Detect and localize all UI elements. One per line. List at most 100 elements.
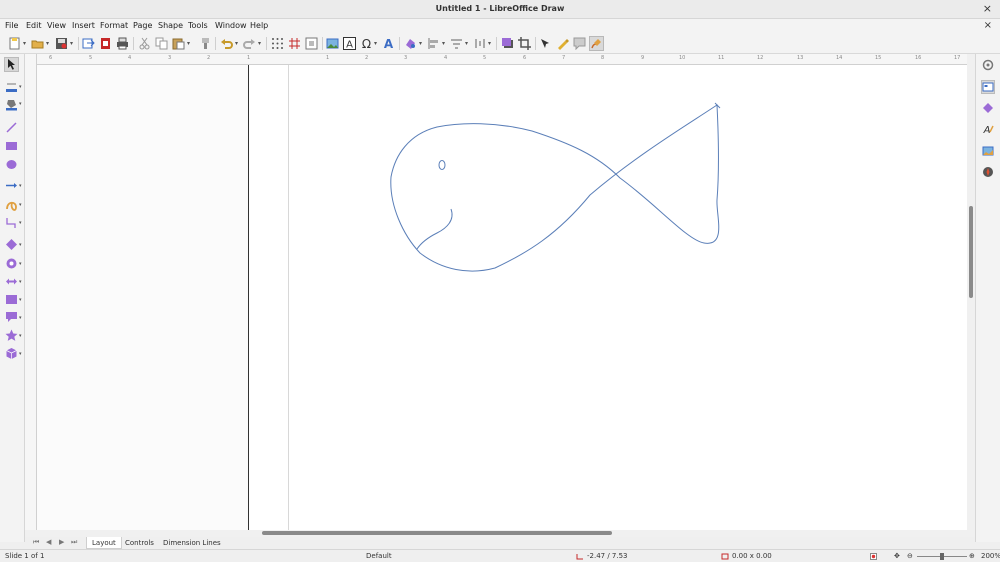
basic-shapes-dropdown-icon[interactable]: ▾ xyxy=(19,242,22,248)
comment-icon[interactable] xyxy=(573,37,586,50)
special-character-icon[interactable]: Ω xyxy=(360,37,373,50)
next-page-icon[interactable]: ▶ xyxy=(59,538,64,546)
select-arrow-icon[interactable] xyxy=(4,57,19,72)
3d-objects-dropdown-icon[interactable]: ▾ xyxy=(19,351,22,357)
lines-arrows-icon[interactable] xyxy=(5,179,18,192)
flowchart-icon[interactable] xyxy=(5,293,18,306)
copy-icon[interactable] xyxy=(155,37,168,50)
document-close-icon[interactable]: × xyxy=(984,20,992,31)
shadow-icon[interactable] xyxy=(501,37,514,50)
stars-dropdown-icon[interactable]: ▾ xyxy=(19,333,22,339)
save-dropdown-icon[interactable]: ▾ xyxy=(70,40,73,47)
crop-icon[interactable] xyxy=(518,37,531,50)
tab-dimension-lines[interactable]: Dimension Lines xyxy=(158,537,226,549)
styles-icon[interactable]: A xyxy=(982,123,994,135)
vertical-scrollbar[interactable] xyxy=(967,54,975,530)
fit-slide-icon[interactable]: ✥ xyxy=(894,552,900,560)
callout-shapes-icon[interactable] xyxy=(5,311,18,324)
block-arrows-dropdown-icon[interactable]: ▾ xyxy=(19,279,22,285)
last-page-icon[interactable]: ⏭ xyxy=(71,538,77,547)
horizontal-scroll-thumb[interactable] xyxy=(262,531,612,535)
callout-dropdown-icon[interactable]: ▾ xyxy=(19,315,22,321)
menu-window[interactable]: Window xyxy=(215,21,247,30)
new-dropdown-icon[interactable]: ▾ xyxy=(23,40,26,47)
flowchart-dropdown-icon[interactable]: ▾ xyxy=(19,297,22,303)
glue-points-icon[interactable] xyxy=(556,37,569,50)
shapes-gallery-icon[interactable] xyxy=(982,102,994,114)
vertical-ruler[interactable] xyxy=(25,54,37,530)
fish-eye[interactable] xyxy=(438,160,446,170)
freehand-fish-drawing[interactable] xyxy=(37,65,967,530)
menu-edit[interactable]: Edit xyxy=(26,21,42,30)
arrange-icon[interactable] xyxy=(450,37,463,50)
gallery-icon[interactable] xyxy=(982,145,994,157)
horizontal-scrollbar[interactable] xyxy=(25,530,975,537)
export-icon[interactable] xyxy=(82,37,95,50)
helplines-icon[interactable] xyxy=(288,37,301,50)
vertical-scroll-thumb[interactable] xyxy=(969,206,973,298)
menu-file[interactable]: File xyxy=(5,21,18,30)
zoom-slider-thumb[interactable] xyxy=(940,553,944,560)
print-icon[interactable] xyxy=(116,37,129,50)
horizontal-ruler[interactable]: 6 5 4 3 2 1 1 2 3 4 5 6 7 8 9 10 11 12 1… xyxy=(37,54,967,65)
first-page-icon[interactable]: ⏮ xyxy=(33,538,39,547)
transformations-icon[interactable] xyxy=(404,37,417,50)
zoom-out-icon[interactable]: ⊖ xyxy=(907,552,913,560)
undo-dropdown-icon[interactable]: ▾ xyxy=(235,40,238,47)
line-color-dropdown-icon[interactable]: ▾ xyxy=(19,84,22,90)
fill-color-icon[interactable] xyxy=(5,98,18,111)
insert-text-box-icon[interactable]: A xyxy=(343,37,356,50)
menu-help[interactable]: Help xyxy=(250,21,268,30)
open-dropdown-icon[interactable]: ▾ xyxy=(46,40,49,47)
fontwork-icon[interactable]: A xyxy=(382,37,395,50)
insert-image-icon[interactable] xyxy=(326,37,339,50)
redo-icon[interactable] xyxy=(243,37,256,50)
document-modified-icon[interactable] xyxy=(870,553,877,560)
ellipse-tool-icon[interactable] xyxy=(5,158,18,171)
cut-icon[interactable] xyxy=(138,37,151,50)
special-character-dropdown-icon[interactable]: ▾ xyxy=(374,40,377,47)
sidebar-settings-gear-icon[interactable] xyxy=(982,59,994,71)
new-document-icon[interactable] xyxy=(8,37,21,50)
lines-arrows-dropdown-icon[interactable]: ▾ xyxy=(19,183,22,189)
symbol-shapes-dropdown-icon[interactable]: ▾ xyxy=(19,261,22,267)
points-icon[interactable] xyxy=(539,37,552,50)
redo-dropdown-icon[interactable]: ▾ xyxy=(258,40,261,47)
distribute-dropdown-icon[interactable]: ▾ xyxy=(488,40,491,47)
connectors-icon[interactable] xyxy=(5,216,18,229)
menu-page[interactable]: Page xyxy=(133,21,152,30)
menu-view[interactable]: View xyxy=(47,21,66,30)
navigator-icon[interactable] xyxy=(982,166,994,178)
basic-shapes-icon[interactable] xyxy=(5,238,18,251)
fish-mouth[interactable] xyxy=(416,208,453,250)
draw-mode-icon[interactable] xyxy=(589,36,604,51)
zoom-level[interactable]: 200% xyxy=(981,552,1000,560)
rectangle-tool-icon[interactable] xyxy=(5,139,18,152)
zoom-pan-icon[interactable] xyxy=(305,37,318,50)
align-dropdown-icon[interactable]: ▾ xyxy=(442,40,445,47)
menu-shape[interactable]: Shape xyxy=(158,21,183,30)
open-folder-icon[interactable] xyxy=(31,37,44,50)
tab-controls[interactable]: Controls xyxy=(120,537,159,549)
block-arrows-icon[interactable] xyxy=(5,275,18,288)
save-icon[interactable] xyxy=(55,37,68,50)
transformations-dropdown-icon[interactable]: ▾ xyxy=(419,40,422,47)
stars-icon[interactable] xyxy=(5,329,18,342)
undo-icon[interactable] xyxy=(220,37,233,50)
clone-formatting-icon[interactable] xyxy=(199,37,212,50)
fill-color-dropdown-icon[interactable]: ▾ xyxy=(19,101,22,107)
curves-dropdown-icon[interactable]: ▾ xyxy=(19,202,22,208)
distribute-icon[interactable] xyxy=(473,37,486,50)
menu-format[interactable]: Format xyxy=(100,21,128,30)
menu-insert[interactable]: Insert xyxy=(72,21,95,30)
connectors-dropdown-icon[interactable]: ▾ xyxy=(19,220,22,226)
curves-icon[interactable] xyxy=(5,198,18,211)
export-pdf-icon[interactable] xyxy=(99,37,112,50)
previous-page-icon[interactable]: ◀ xyxy=(46,538,51,546)
paste-icon[interactable] xyxy=(172,37,185,50)
grid-icon[interactable] xyxy=(271,37,284,50)
window-close-icon[interactable]: × xyxy=(983,2,992,15)
tab-layout[interactable]: Layout xyxy=(86,537,122,549)
align-objects-icon[interactable] xyxy=(427,37,440,50)
zoom-in-icon[interactable]: ⊕ xyxy=(969,552,975,560)
